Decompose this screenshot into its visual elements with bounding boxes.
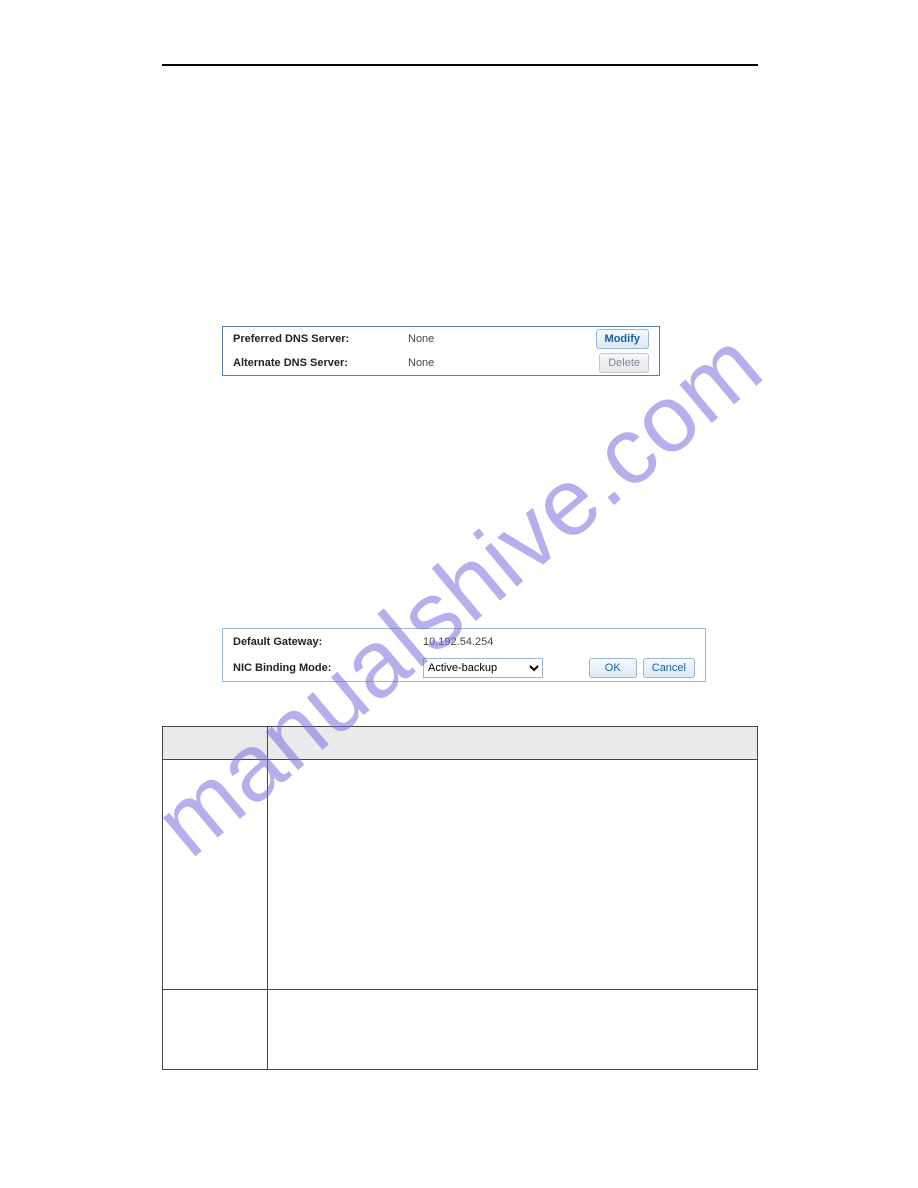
ok-button[interactable]: OK (589, 658, 637, 678)
table-header-row (163, 727, 758, 760)
dns-alternate-value: None (408, 357, 579, 369)
cancel-button[interactable]: Cancel (643, 658, 695, 678)
nic-binding-select[interactable]: Active-backup (423, 658, 543, 678)
gateway-settings-panel: Default Gateway: 10.192.54.254 NIC Bindi… (222, 628, 706, 682)
nic-binding-label: NIC Binding Mode: (233, 662, 423, 674)
dns-alternate-label: Alternate DNS Server: (223, 357, 408, 369)
table-cell (268, 990, 758, 1070)
dns-preferred-label: Preferred DNS Server: (223, 333, 408, 345)
modify-button[interactable]: Modify (596, 329, 649, 349)
default-gateway-row: Default Gateway: 10.192.54.254 (223, 629, 705, 655)
delete-button[interactable]: Delete (599, 353, 649, 373)
parameters-table (162, 726, 758, 1070)
default-gateway-value: 10.192.54.254 (423, 636, 695, 648)
dns-preferred-value: None (408, 333, 579, 345)
table-row (163, 990, 758, 1070)
dns-alternate-row: Alternate DNS Server: None Delete (223, 351, 659, 375)
table-header-col1 (163, 727, 268, 760)
default-gateway-label: Default Gateway: (233, 636, 423, 648)
table-cell (163, 990, 268, 1070)
dns-preferred-row: Preferred DNS Server: None Modify (223, 327, 659, 351)
table-cell (268, 760, 758, 990)
document-page: manualshive.com Preferred DNS Server: No… (0, 0, 918, 1188)
table-header-col2 (268, 727, 758, 760)
nic-binding-row: NIC Binding Mode: Active-backup OK Cance… (223, 655, 705, 681)
table-cell (163, 760, 268, 990)
dns-settings-panel: Preferred DNS Server: None Modify Altern… (222, 326, 660, 376)
table-row (163, 760, 758, 990)
page-top-rule (162, 64, 758, 66)
